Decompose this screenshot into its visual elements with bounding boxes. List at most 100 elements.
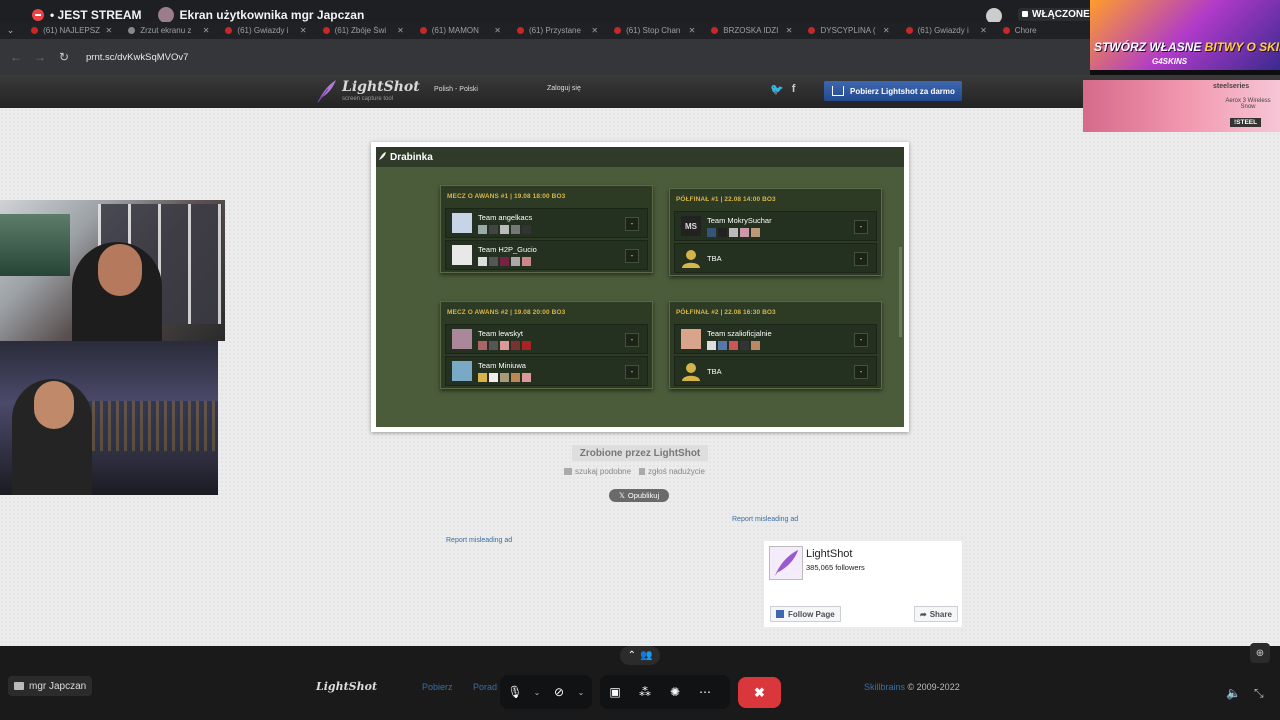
close-icon[interactable]: ✕: [689, 26, 696, 35]
screen-share-icon[interactable]: ▣: [600, 685, 630, 699]
close-icon[interactable]: ✕: [397, 26, 404, 35]
youtube-icon: [905, 27, 913, 34]
download-button[interactable]: Pobierz Lightshot za darmo: [824, 81, 962, 101]
report-ad-link[interactable]: Report misleading ad: [732, 516, 798, 523]
team-row[interactable]: TBA -: [674, 243, 877, 273]
browser-tab[interactable]: (61) Zbóje Świ ✕: [313, 26, 410, 35]
close-icon[interactable]: ✕: [494, 26, 501, 35]
webcam-feed: [0, 200, 225, 341]
page-name[interactable]: LightShot: [806, 548, 852, 560]
activities-icon[interactable]: ⁂: [630, 685, 660, 699]
soundboard-icon[interactable]: ✺: [660, 685, 690, 699]
player-avatars: [478, 373, 531, 382]
close-icon[interactable]: ✕: [106, 26, 113, 35]
footer-download-link[interactable]: Pobierz: [422, 682, 453, 692]
browser-tab[interactable]: (61) Przystane ✕: [507, 26, 604, 35]
close-icon[interactable]: ✕: [591, 26, 598, 35]
login-link[interactable]: Zaloguj się: [547, 85, 581, 92]
team-row[interactable]: Team H2P_Gucio -: [445, 240, 648, 270]
search-similar-link[interactable]: szukaj podobne: [564, 467, 631, 476]
facebook-icon: [776, 610, 784, 618]
lightshot-logo[interactable]: LightShot screen capture tool: [316, 79, 420, 105]
report-ad-link[interactable]: Report misleading ad: [446, 537, 512, 544]
youtube-icon: [711, 27, 719, 34]
scrollbar[interactable]: [899, 247, 902, 337]
skins-ad-banner[interactable]: STWÓRZ WŁASNE BITWY O SKINY! G4SKINS: [1090, 0, 1280, 70]
volume-icon[interactable]: 🔈: [1226, 686, 1241, 700]
language-select[interactable]: Polish - Polski: [430, 85, 482, 94]
browser-tab[interactable]: BRZOSKA IDZI ✕: [701, 26, 798, 35]
score-box: -: [854, 252, 868, 266]
browser-tab[interactable]: (61) Stop Chan ✕: [604, 26, 701, 35]
screenshot-image[interactable]: Drabinka MECZ O AWANS #1 | 19.08 18:00 B…: [371, 142, 909, 432]
x-icon: 𝕏: [618, 491, 625, 500]
tab-list-chevron-icon[interactable]: ⌄: [0, 25, 21, 36]
report-abuse-link[interactable]: zgłoś nadużycie: [639, 467, 705, 476]
browser-tab[interactable]: Zrzut ekranu z ✕: [118, 26, 215, 35]
footer-logo[interactable]: LightShot: [316, 680, 377, 693]
leave-call-button[interactable]: ✖: [738, 677, 781, 708]
exit-fullscreen-icon[interactable]: ⤡: [1254, 686, 1264, 701]
people-icon: 👥: [639, 650, 653, 661]
aquarium: [0, 214, 70, 276]
footer-tips-link[interactable]: Porad: [473, 682, 497, 692]
steelseries-ad-banner[interactable]: steelseries Aerox 3 Wireless Snow !STEEL: [1083, 80, 1280, 132]
browser-tab[interactable]: Chore: [993, 26, 1090, 35]
close-icon[interactable]: ✕: [883, 26, 890, 35]
chevron-down-icon[interactable]: ⌄: [530, 688, 544, 697]
screen-icon: [14, 682, 24, 690]
chevron-down-icon[interactable]: ⌄: [574, 688, 588, 697]
team-row[interactable]: Team angelkacs -: [445, 208, 648, 238]
streamer-face: [34, 381, 74, 429]
reload-icon[interactable]: ↻: [52, 50, 76, 64]
close-icon[interactable]: ✕: [300, 26, 307, 35]
copyright: Skillbrains © 2009-2022: [864, 682, 960, 692]
twitter-icon[interactable]: 🐦: [770, 83, 784, 96]
zoom-button[interactable]: ⊕: [1250, 643, 1270, 663]
team-row[interactable]: Team szalioficjalnie -: [674, 324, 877, 354]
team-avatar: [681, 329, 701, 349]
browser-tab-strip: ⌄ (61) NAJLEPSZ ✕ Zrzut ekranu z ✕ (61) Gw…: [0, 22, 1090, 39]
streamer-avatar: [157, 7, 174, 23]
match-card: MECZ O AWANS #2 | 19.08 20:00 BO3 Team l…: [440, 301, 653, 389]
more-icon[interactable]: ⋯: [690, 685, 720, 699]
stream-toggle[interactable]: WŁĄCZONE: [1018, 8, 1095, 21]
team-row[interactable]: Team lewskyt -: [445, 324, 648, 354]
ad-brand: G4SKINS: [1152, 57, 1188, 66]
close-icon[interactable]: ✕: [203, 26, 210, 35]
score-box: -: [854, 365, 868, 379]
microphone-icon[interactable]: 🎙: [500, 685, 530, 699]
close-icon[interactable]: ✕: [786, 26, 793, 35]
match-card: PÓŁFINAŁ #1 | 22.08 14:00 BO3 MS Team Mo…: [669, 188, 882, 276]
team-row[interactable]: Team Miniuwa -: [445, 356, 648, 386]
browser-tab[interactable]: (61) Gwiazdy i ✕: [215, 26, 312, 35]
voice-video-controls: 🎙 ⌄ ⊘ ⌄: [500, 675, 592, 709]
participants-toggle[interactable]: ⌃ 👥: [620, 646, 660, 665]
team-row[interactable]: TBA -: [674, 356, 877, 386]
back-arrow-icon[interactable]: ←: [4, 50, 28, 64]
browser-tab[interactable]: (61) Gwiazdy i ✕: [896, 26, 993, 35]
share-icon: ➦: [920, 609, 927, 619]
forward-arrow-icon[interactable]: →: [28, 50, 52, 64]
lightshot-feather-icon[interactable]: [769, 546, 803, 580]
browser-tab[interactable]: DYSCYPLINA (✕: [798, 26, 895, 35]
user-placeholder-icon: [682, 250, 700, 268]
match-title: MECZ O AWANS #2 | 19.08 20:00 BO3: [447, 308, 566, 316]
url-field[interactable]: prnt.sc/dvKwkSqMVOv7: [86, 52, 188, 63]
publish-button[interactable]: 𝕏 Opublikuj: [609, 489, 669, 502]
team-avatar: [452, 361, 472, 381]
camera-off-icon[interactable]: ⊘: [544, 685, 574, 699]
live-icon: [32, 9, 44, 21]
browser-tab[interactable]: (61) NAJLEPSZ ✕: [21, 26, 118, 35]
skillbrains-link[interactable]: Skillbrains: [864, 682, 905, 692]
browser-tab[interactable]: (61) MAMON ✕: [410, 26, 507, 35]
ad-cta: !STEEL: [1230, 118, 1262, 127]
close-icon[interactable]: ✕: [980, 26, 987, 35]
feather-icon: [317, 80, 336, 103]
team-row[interactable]: MS Team MokrySuchar -: [674, 211, 877, 241]
team-avatar: [452, 213, 472, 233]
share-button[interactable]: ➦ Share: [914, 606, 958, 622]
camera-icon: [564, 468, 572, 476]
facebook-icon[interactable]: f: [792, 83, 796, 96]
follow-page-button[interactable]: Follow Page: [770, 606, 841, 622]
